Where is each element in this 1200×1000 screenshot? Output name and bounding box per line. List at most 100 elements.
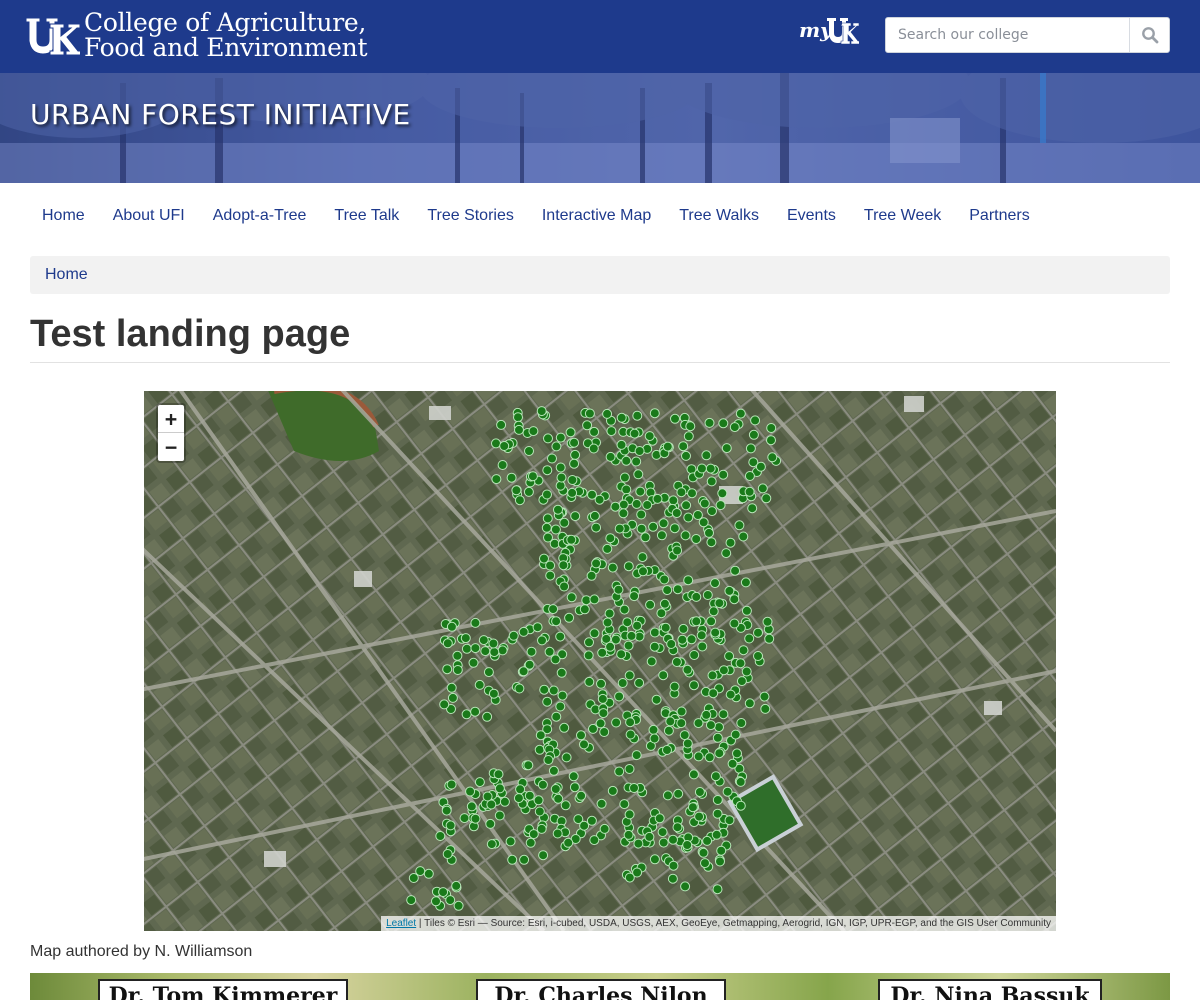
tree-marker[interactable] [645, 599, 656, 610]
tree-marker[interactable] [607, 785, 618, 796]
tree-marker[interactable] [470, 617, 481, 628]
tree-marker[interactable] [584, 637, 594, 648]
tree-marker[interactable] [526, 646, 537, 657]
tree-marker[interactable] [566, 592, 577, 603]
tree-marker[interactable] [729, 422, 740, 433]
tree-marker[interactable] [659, 598, 670, 609]
tree-marker[interactable] [744, 698, 755, 709]
tree-marker[interactable] [548, 685, 559, 696]
tree-marker[interactable] [514, 683, 525, 694]
tree-marker[interactable] [515, 784, 526, 795]
tree-marker[interactable] [513, 412, 523, 423]
tree-marker[interactable] [744, 633, 755, 644]
tree-marker[interactable] [589, 628, 600, 639]
tree-marker[interactable] [648, 521, 659, 532]
nav-item-tree-talk[interactable]: Tree Talk [320, 200, 413, 236]
tree-marker[interactable] [551, 616, 562, 627]
tree-marker[interactable] [446, 682, 457, 693]
tree-marker[interactable] [550, 524, 561, 535]
tree-marker[interactable] [696, 630, 707, 641]
tree-marker[interactable] [605, 641, 616, 652]
tree-marker[interactable] [423, 868, 434, 879]
tree-marker[interactable] [725, 537, 736, 548]
tree-marker[interactable] [591, 558, 602, 569]
tree-marker[interactable] [682, 664, 693, 675]
tree-marker[interactable] [589, 835, 600, 846]
tree-marker[interactable] [461, 643, 472, 654]
tree-marker[interactable] [648, 724, 659, 735]
tree-marker[interactable] [755, 461, 766, 472]
tree-marker[interactable] [589, 426, 600, 437]
tree-marker[interactable] [683, 431, 694, 442]
tree-marker[interactable] [718, 665, 729, 676]
tree-marker[interactable] [730, 565, 741, 576]
tree-marker[interactable] [582, 420, 593, 431]
tree-marker[interactable] [474, 777, 485, 788]
tree-marker[interactable] [680, 881, 691, 892]
tree-marker[interactable] [614, 691, 625, 702]
tree-marker[interactable] [672, 822, 683, 833]
tree-marker[interactable] [486, 839, 497, 850]
tree-marker[interactable] [705, 720, 716, 731]
tree-marker[interactable] [446, 779, 457, 790]
tree-marker[interactable] [581, 595, 592, 606]
tree-marker[interactable] [452, 650, 463, 661]
tree-marker[interactable] [557, 690, 568, 701]
tree-marker[interactable] [555, 462, 566, 473]
tree-marker[interactable] [721, 548, 732, 559]
tree-marker[interactable] [717, 488, 728, 499]
tree-marker[interactable] [673, 788, 684, 799]
tree-marker[interactable] [523, 760, 534, 771]
tree-marker[interactable] [604, 608, 615, 619]
tree-marker[interactable] [656, 608, 667, 619]
tree-marker[interactable] [617, 678, 628, 688]
tree-marker[interactable] [700, 858, 710, 869]
tree-marker[interactable] [658, 670, 669, 681]
tree-marker[interactable] [555, 432, 566, 443]
tree-marker[interactable] [466, 801, 477, 812]
tree-marker[interactable] [668, 495, 679, 506]
tree-marker[interactable] [629, 783, 639, 793]
tree-marker[interactable] [452, 665, 463, 675]
tree-marker[interactable] [535, 730, 546, 741]
tree-marker[interactable] [555, 701, 566, 712]
tree-marker[interactable] [623, 829, 634, 840]
tree-marker[interactable] [642, 500, 653, 510]
tree-marker[interactable] [561, 752, 572, 763]
tree-marker[interactable] [550, 654, 561, 665]
tree-marker[interactable] [710, 578, 720, 589]
tree-marker[interactable] [496, 419, 507, 430]
tree-marker[interactable] [712, 795, 723, 805]
search-button[interactable] [1129, 18, 1169, 52]
tree-marker[interactable] [595, 718, 606, 729]
tree-marker[interactable] [527, 471, 538, 482]
tree-marker[interactable] [734, 520, 745, 531]
tree-marker[interactable] [670, 413, 680, 424]
tree-marker[interactable] [694, 787, 705, 797]
tree-marker[interactable] [553, 504, 563, 515]
tree-marker[interactable] [729, 594, 740, 605]
tree-marker[interactable] [680, 530, 691, 541]
tree-marker[interactable] [705, 463, 716, 474]
tree-marker[interactable] [693, 751, 704, 762]
tree-marker[interactable] [497, 645, 508, 656]
tree-marker[interactable] [766, 423, 777, 433]
tree-marker[interactable] [704, 527, 714, 538]
tree-marker[interactable] [537, 635, 547, 646]
tree-marker[interactable] [766, 435, 776, 446]
tree-marker[interactable] [438, 887, 449, 898]
tree-marker[interactable] [497, 460, 508, 470]
tree-marker[interactable] [499, 441, 510, 451]
tree-marker[interactable] [761, 493, 772, 504]
tree-marker[interactable] [599, 823, 610, 834]
tree-marker[interactable] [442, 638, 453, 649]
tree-marker[interactable] [619, 604, 630, 615]
tree-marker[interactable] [669, 681, 680, 692]
tree-marker[interactable] [662, 790, 673, 801]
tree-marker[interactable] [644, 831, 655, 842]
tree-marker[interactable] [542, 489, 552, 500]
nav-item-tree-stories[interactable]: Tree Stories [413, 200, 528, 236]
tree-marker[interactable] [408, 873, 419, 883]
tree-marker[interactable] [678, 623, 689, 634]
tree-marker[interactable] [735, 658, 746, 669]
